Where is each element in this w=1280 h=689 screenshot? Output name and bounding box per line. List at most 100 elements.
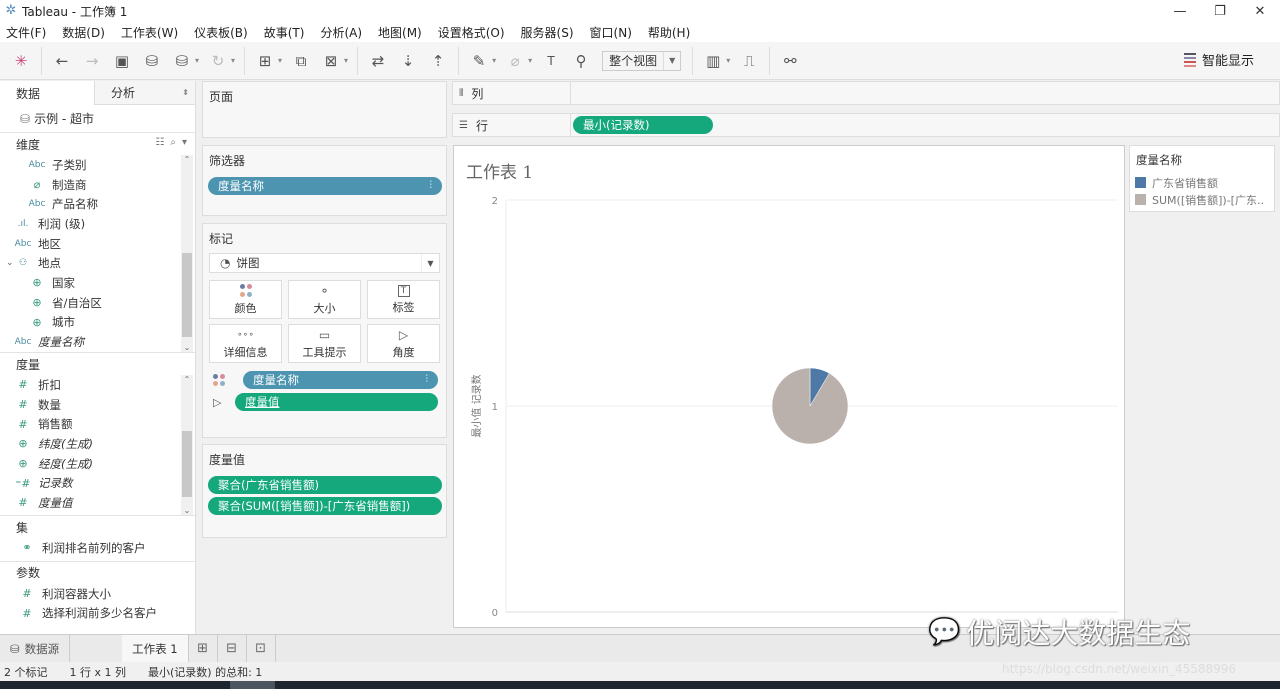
show-cards-dropdown-icon[interactable]: ▾ bbox=[726, 56, 730, 65]
color-mark-pill[interactable]: 度量名称 ⫶ bbox=[243, 371, 438, 389]
measure-field[interactable]: ⊕ 经度(生成) bbox=[0, 454, 195, 474]
menu-item[interactable]: 地图(M) bbox=[378, 24, 422, 41]
menu-item[interactable]: 文件(F) bbox=[6, 24, 46, 41]
tab-data[interactable]: 数据 bbox=[0, 81, 94, 105]
dimension-field[interactable]: ⌄ ⚇ 地点 bbox=[0, 253, 195, 273]
close-button[interactable]: ✕ bbox=[1240, 0, 1280, 22]
angle-mark-pill[interactable]: 度量值 bbox=[235, 393, 438, 411]
tooltip-button[interactable]: ▭ 工具提示 bbox=[288, 324, 361, 363]
dimension-field[interactable]: ⊕ 城市 bbox=[0, 313, 195, 333]
refresh-button[interactable]: ↻ bbox=[207, 48, 229, 74]
row-pill[interactable]: 最小(记录数) bbox=[573, 116, 713, 134]
dimension-field[interactable]: ⊕ 省/自治区 bbox=[0, 293, 195, 313]
dimension-field[interactable]: ⊕ 国家 bbox=[0, 273, 195, 293]
legend-item[interactable]: 广东省销售额 bbox=[1130, 174, 1274, 191]
new-dashboard-tab-button[interactable]: ⊟ bbox=[218, 634, 247, 663]
tableau-home-icon[interactable]: ✳ bbox=[10, 48, 32, 74]
scroll-up-icon[interactable]: ⌃ bbox=[181, 155, 193, 164]
parameter-item[interactable]: # 选择利润前多少名客户 bbox=[0, 603, 195, 623]
menu-item[interactable]: 故事(T) bbox=[264, 24, 305, 41]
pause-updates-dropdown-icon[interactable]: ▾ bbox=[195, 56, 199, 65]
show-cards-button[interactable]: ▥ bbox=[702, 48, 724, 74]
columns-shelf[interactable]: ⦀ 列 bbox=[452, 81, 1280, 105]
menu-item[interactable]: 仪表板(B) bbox=[194, 24, 248, 41]
measure-field[interactable]: # 数量 bbox=[0, 395, 195, 415]
measures-scrollbar[interactable]: ⌃ ⌄ bbox=[181, 375, 193, 515]
sort-ascending-button[interactable]: ⇣ bbox=[397, 48, 419, 74]
pause-updates-button[interactable]: ⛁ bbox=[171, 48, 193, 74]
new-worksheet-dropdown-icon[interactable]: ▾ bbox=[278, 56, 282, 65]
new-story-tab-button[interactable]: ⊡ bbox=[247, 634, 276, 663]
dimension-field[interactable]: Abc 度量名称 bbox=[0, 332, 195, 352]
measure-value-pill[interactable]: 聚合(SUM([销售额])-[广东省销售额]) bbox=[208, 497, 442, 515]
measure-values-shelf[interactable]: 度量值 聚合(广东省销售额) 聚合(SUM([销售额])-[广东省销售额]) bbox=[202, 444, 447, 538]
clear-sheet-button[interactable]: ⊠ bbox=[320, 48, 342, 74]
pie-slice[interactable] bbox=[771, 367, 849, 445]
measure-field[interactable]: ⁼# 记录数 bbox=[0, 473, 195, 493]
pane-menu-icon[interactable]: ⬍ bbox=[182, 88, 189, 97]
angle-button[interactable]: ▷ 角度 bbox=[367, 324, 440, 363]
rows-shelf[interactable]: ☰ 行 最小(记录数) bbox=[452, 113, 1280, 137]
legend-item[interactable]: SUM([销售额])-[广东.. bbox=[1130, 191, 1274, 208]
dimension-field[interactable]: .ıl. 利润 (级) bbox=[0, 214, 195, 234]
highlight-dropdown-icon[interactable]: ▾ bbox=[492, 56, 496, 65]
clear-sheet-dropdown-icon[interactable]: ▾ bbox=[344, 56, 348, 65]
show-labels-button[interactable]: T bbox=[540, 48, 562, 74]
label-button[interactable]: T 标签 bbox=[367, 280, 440, 319]
filter-pill[interactable]: 度量名称 ⫶ bbox=[208, 177, 442, 195]
presentation-mode-button[interactable]: ⎍ bbox=[738, 48, 760, 74]
highlight-button[interactable]: ✎ bbox=[468, 48, 490, 74]
group-members-button[interactable]: ⌀ bbox=[504, 48, 526, 74]
dimension-field[interactable]: Abc 产品名称 bbox=[0, 194, 195, 214]
scroll-thumb[interactable] bbox=[182, 431, 192, 497]
dimensions-scrollbar[interactable]: ⌃ ⌄ bbox=[181, 155, 193, 352]
menu-item[interactable]: 设置格式(O) bbox=[438, 24, 505, 41]
measure-field[interactable]: # 折扣 bbox=[0, 375, 195, 395]
size-button[interactable]: ⚬ 大小 bbox=[288, 280, 361, 319]
new-worksheet-button[interactable]: ⊞ bbox=[254, 48, 276, 74]
taskbar-item[interactable] bbox=[230, 681, 275, 689]
group-dropdown-icon[interactable]: ▾ bbox=[528, 56, 532, 65]
menu-item[interactable]: 帮助(H) bbox=[648, 24, 690, 41]
menu-dropdown-icon[interactable]: ▾ bbox=[182, 137, 187, 148]
measure-field[interactable]: ⊕ 纬度(生成) bbox=[0, 434, 195, 454]
swap-rows-columns-button[interactable]: ⇄ bbox=[367, 48, 389, 74]
menu-item[interactable]: 工作表(W) bbox=[121, 24, 178, 41]
restore-button[interactable]: ❐ bbox=[1200, 0, 1240, 22]
share-button[interactable]: ⚯ bbox=[779, 48, 801, 74]
scroll-thumb[interactable] bbox=[182, 253, 192, 337]
measure-field[interactable]: # 度量值 bbox=[0, 493, 195, 513]
menu-item[interactable]: 数据(D) bbox=[62, 24, 105, 41]
undo-button[interactable]: ← bbox=[51, 48, 73, 74]
search-icon[interactable]: ⌕ bbox=[170, 137, 176, 148]
tab-worksheet-1[interactable]: 工作表 1 bbox=[122, 634, 189, 663]
menu-item[interactable]: 分析(A) bbox=[320, 24, 362, 41]
dimension-field[interactable]: Abc 子类别 bbox=[0, 155, 195, 175]
view-list-icon[interactable]: ☷ bbox=[155, 137, 164, 148]
tab-analytics[interactable]: 分析 ⬍ bbox=[94, 81, 195, 105]
parameter-item[interactable]: # 利润容器大小 bbox=[0, 584, 195, 604]
save-button[interactable]: ▣ bbox=[111, 48, 133, 74]
expand-chevron-icon[interactable]: ⌄ bbox=[6, 258, 14, 268]
scroll-up-icon[interactable]: ⌃ bbox=[181, 375, 193, 384]
refresh-dropdown-icon[interactable]: ▾ bbox=[231, 56, 235, 65]
scroll-down-icon[interactable]: ⌄ bbox=[181, 506, 193, 515]
mark-type-select[interactable]: ◔ 饼图 ▼ bbox=[209, 253, 440, 273]
smart-show-button[interactable]: 智能显示 bbox=[1183, 50, 1254, 69]
fit-view-select[interactable]: 整个视图 ▼ bbox=[602, 50, 682, 71]
pages-shelf[interactable]: 页面 bbox=[202, 81, 447, 138]
menu-item[interactable]: 服务器(S) bbox=[521, 24, 574, 41]
scroll-down-icon[interactable]: ⌄ bbox=[181, 343, 193, 352]
new-worksheet-tab-button[interactable]: ⊞ bbox=[189, 634, 218, 663]
minimize-button[interactable]: — bbox=[1160, 0, 1200, 22]
color-button[interactable]: 颜色 bbox=[209, 280, 282, 319]
duplicate-sheet-button[interactable]: ⧉ bbox=[290, 48, 312, 74]
set-item[interactable]: ⚭ 利润排名前列的客户 bbox=[0, 538, 195, 558]
filters-shelf[interactable]: 筛选器 度量名称 ⫶ bbox=[202, 145, 447, 216]
dimension-field[interactable]: Abc 地区 bbox=[0, 234, 195, 254]
redo-button[interactable]: → bbox=[81, 48, 103, 74]
tab-datasource[interactable]: ⛁ 数据源 bbox=[0, 634, 71, 663]
menu-item[interactable]: 窗口(N) bbox=[590, 24, 632, 41]
sort-descending-button[interactable]: ⇡ bbox=[427, 48, 449, 74]
detail-button[interactable]: ∘∘∘ 详细信息 bbox=[209, 324, 282, 363]
